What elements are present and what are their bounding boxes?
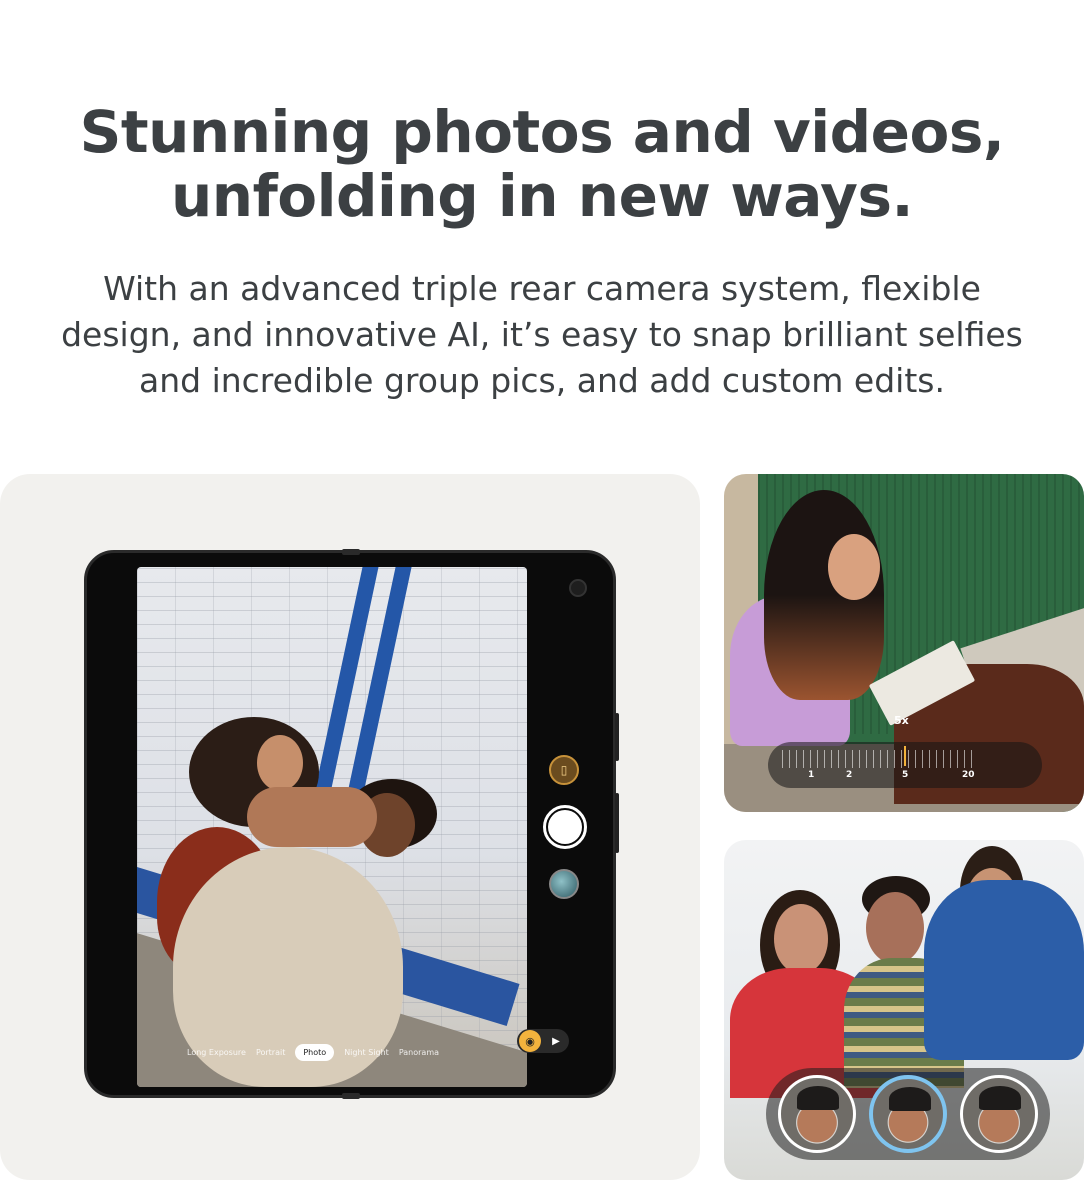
mode-portrait[interactable]: Portrait (256, 1048, 285, 1057)
shutter-button[interactable] (543, 805, 587, 849)
man-center-face (866, 892, 924, 964)
woman-arms (247, 787, 377, 847)
photo-video-toggle[interactable]: ◉ ▶ (517, 1029, 569, 1053)
headline-line-1: Stunning photos and videos, (79, 98, 1005, 166)
mode-panorama[interactable]: Panorama (399, 1048, 439, 1057)
zoom-level-label: 5x (894, 714, 909, 727)
mode-photo[interactable]: Photo (295, 1043, 335, 1061)
camera-viewfinder[interactable]: Long Exposure Portrait Photo Night Sight… (137, 567, 527, 1087)
gallery-thumbnail[interactable] (549, 869, 579, 899)
mode-night-sight[interactable]: Night Sight (344, 1048, 389, 1057)
power-button (615, 793, 619, 853)
video-icon[interactable]: ▶ (545, 1030, 567, 1052)
zoom-mark-1: 1 (808, 770, 815, 780)
woman-left-face (774, 904, 828, 974)
blue-hoodie (924, 880, 1084, 1060)
face-option-2-selected[interactable] (868, 1075, 947, 1153)
zoom-photo-card: 5x 1 2 5 20 (724, 474, 1084, 812)
volume-button (615, 713, 619, 761)
zoom-current-tick (904, 746, 906, 766)
subheadline: With an advanced triple rear camera syst… (20, 266, 1064, 404)
zoom-mark-2: 2 (846, 770, 853, 780)
front-camera-hole (569, 579, 587, 597)
foldable-phone: Long Exposure Portrait Photo Night Sight… (84, 549, 619, 1099)
group-photo-card (724, 840, 1084, 1180)
hinge-top (342, 549, 360, 555)
dual-screen-icon[interactable]: ▯ (549, 755, 579, 785)
headline: Stunning photos and videos, unfolding in… (0, 100, 1084, 228)
camera-mode-bar: Long Exposure Portrait Photo Night Sight… (187, 1037, 527, 1067)
face-option-1[interactable] (778, 1075, 857, 1153)
zoom-mark-5: 5 (902, 770, 909, 780)
camera-feature-card: Long Exposure Portrait Photo Night Sight… (0, 474, 700, 1180)
subhead-line-3: and incredible group pics, and add custo… (139, 361, 945, 400)
headline-line-2: unfolding in new ways. (170, 162, 914, 230)
zoom-mark-20: 20 (962, 770, 975, 780)
mode-long-exposure[interactable]: Long Exposure (187, 1048, 246, 1057)
girl-face (828, 534, 880, 600)
subhead-line-1: With an advanced triple rear camera syst… (103, 269, 981, 308)
zoom-ticks (782, 750, 972, 768)
zoom-slider[interactable]: 1 2 5 20 (768, 742, 1042, 788)
subhead-line-2: design, and innovative AI, it’s easy to … (61, 315, 1023, 354)
camera-icon[interactable]: ◉ (519, 1030, 541, 1052)
hinge-bottom (342, 1093, 360, 1099)
face-option-3[interactable] (959, 1075, 1038, 1153)
woman-face (257, 735, 303, 791)
face-picker (766, 1068, 1050, 1160)
